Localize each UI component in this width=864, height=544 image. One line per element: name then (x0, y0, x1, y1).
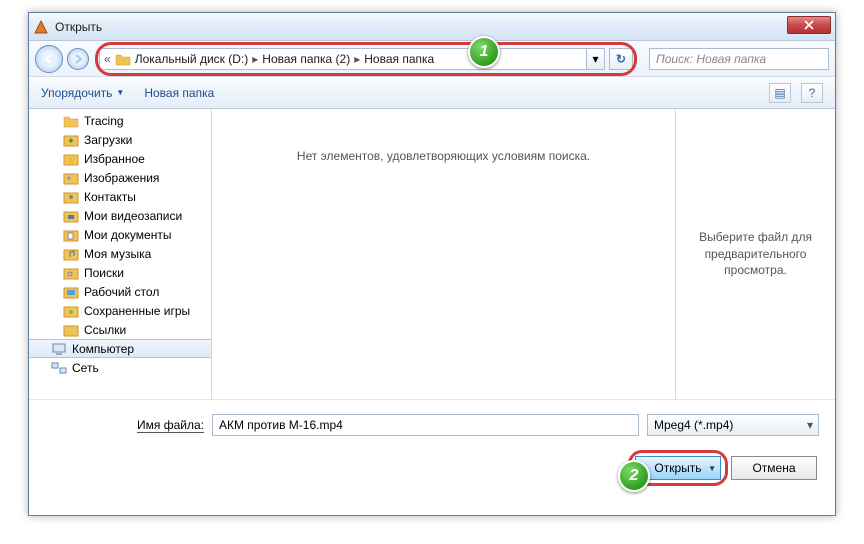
sidebar-item-label: Избранное (84, 152, 145, 166)
dialog-body: Tracing Загрузки Избранное Изображения Конта… (29, 109, 835, 399)
sidebar-item-music[interactable]: Моя музыка (29, 244, 211, 263)
sidebar-item-label: Мои документы (84, 228, 171, 242)
sidebar-item-links[interactable]: Ссылки (29, 320, 211, 339)
nav-tree[interactable]: Tracing Загрузки Избранное Изображения Конта… (29, 109, 212, 399)
main-pane: Нет элементов, удовлетворяющих условиям … (212, 109, 835, 399)
sidebar-item-label: Мои видеозаписи (84, 209, 182, 223)
sidebar-item-label: Tracing (84, 114, 124, 128)
bottom-panel: Имя файла: АКМ против М-16.mp4 Mpeg4 (*.… (29, 399, 835, 492)
sidebar-item-label: Поиски (84, 266, 124, 280)
sidebar-item-fav[interactable]: Избранное (29, 149, 211, 168)
sidebar-item-computer[interactable]: Компьютер (29, 339, 211, 358)
sidebar-item-folder[interactable]: Tracing (29, 111, 211, 130)
filetype-dropdown[interactable]: Mpeg4 (*.mp4) (647, 414, 819, 436)
search-input[interactable]: Поиск: Новая папка (649, 48, 829, 70)
chevron-right-icon: ▸ (252, 52, 258, 66)
sidebar-item-label: Ссылки (84, 323, 126, 337)
sidebar-item-contact[interactable]: Контакты (29, 187, 211, 206)
filename-input[interactable]: АКМ против М-16.mp4 (212, 414, 639, 436)
app-icon (33, 19, 49, 35)
open-dialog: Открыть « Локальный диск (D:) ▸ Новая па… (28, 12, 836, 516)
view-options-button[interactable]: ▤ (769, 83, 791, 103)
filename-label: Имя файла: (137, 418, 204, 432)
sidebar-item-label: Сохраненные игры (84, 304, 190, 318)
sidebar-item-label: Рабочий стол (84, 285, 159, 299)
chevron-left-icon: « (104, 52, 111, 66)
sidebar-item-label: Загрузки (84, 133, 132, 147)
sidebar-item-label: Изображения (84, 171, 159, 185)
sidebar-item-label: Моя музыка (84, 247, 151, 261)
address-dropdown[interactable]: ▾ (587, 48, 605, 70)
toolbar: Упорядочить▼ Новая папка ▤ ? (29, 77, 835, 109)
sidebar-item-docs[interactable]: Мои документы (29, 225, 211, 244)
sidebar-item-search[interactable]: Поиски (29, 263, 211, 282)
breadcrumb-segment[interactable]: Новая папка (364, 52, 434, 66)
empty-message: Нет элементов, удовлетворяющих условиям … (297, 149, 590, 163)
annotation-callout-2: 2 (618, 460, 650, 492)
cancel-button[interactable]: Отмена (731, 456, 817, 480)
address-bar-wrap: « Локальный диск (D:) ▸ Новая папка (2) … (99, 47, 633, 71)
help-button[interactable]: ? (801, 83, 823, 103)
breadcrumb-segment[interactable]: Локальный диск (D:) (135, 52, 249, 66)
sidebar-item-downloads[interactable]: Загрузки (29, 130, 211, 149)
sidebar-item-label: Контакты (84, 190, 136, 204)
sidebar-item-video[interactable]: Мои видеозаписи (29, 206, 211, 225)
preview-pane: Выберите файл для предварительного просм… (675, 109, 835, 399)
sidebar-item-label: Компьютер (72, 342, 134, 356)
chevron-right-icon: ▸ (354, 52, 360, 66)
window-title: Открыть (55, 20, 102, 34)
sidebar-item-network[interactable]: Сеть (29, 358, 211, 377)
titlebar: Открыть (29, 13, 835, 41)
folder-icon (115, 52, 131, 66)
organize-button[interactable]: Упорядочить▼ (41, 86, 124, 100)
breadcrumb-segment[interactable]: Новая папка (2) (262, 52, 350, 66)
search-placeholder: Поиск: Новая папка (656, 52, 766, 66)
sidebar-item-label: Сеть (72, 361, 99, 375)
nav-bar: « Локальный диск (D:) ▸ Новая папка (2) … (29, 41, 835, 77)
refresh-button[interactable]: ↻ (609, 48, 633, 70)
file-list[interactable]: Нет элементов, удовлетворяющих условиям … (212, 109, 675, 399)
new-folder-button[interactable]: Новая папка (144, 86, 214, 100)
sidebar-item-pic[interactable]: Изображения (29, 168, 211, 187)
back-button[interactable] (35, 45, 63, 73)
preview-message: Выберите файл для предварительного просм… (686, 229, 825, 279)
sidebar-item-games[interactable]: Сохраненные игры (29, 301, 211, 320)
annotation-callout-1: 1 (468, 36, 500, 68)
close-button[interactable] (787, 16, 831, 34)
forward-button[interactable] (67, 48, 89, 70)
address-bar[interactable]: « Локальный диск (D:) ▸ Новая папка (2) … (99, 48, 587, 70)
sidebar-item-desktop[interactable]: Рабочий стол (29, 282, 211, 301)
